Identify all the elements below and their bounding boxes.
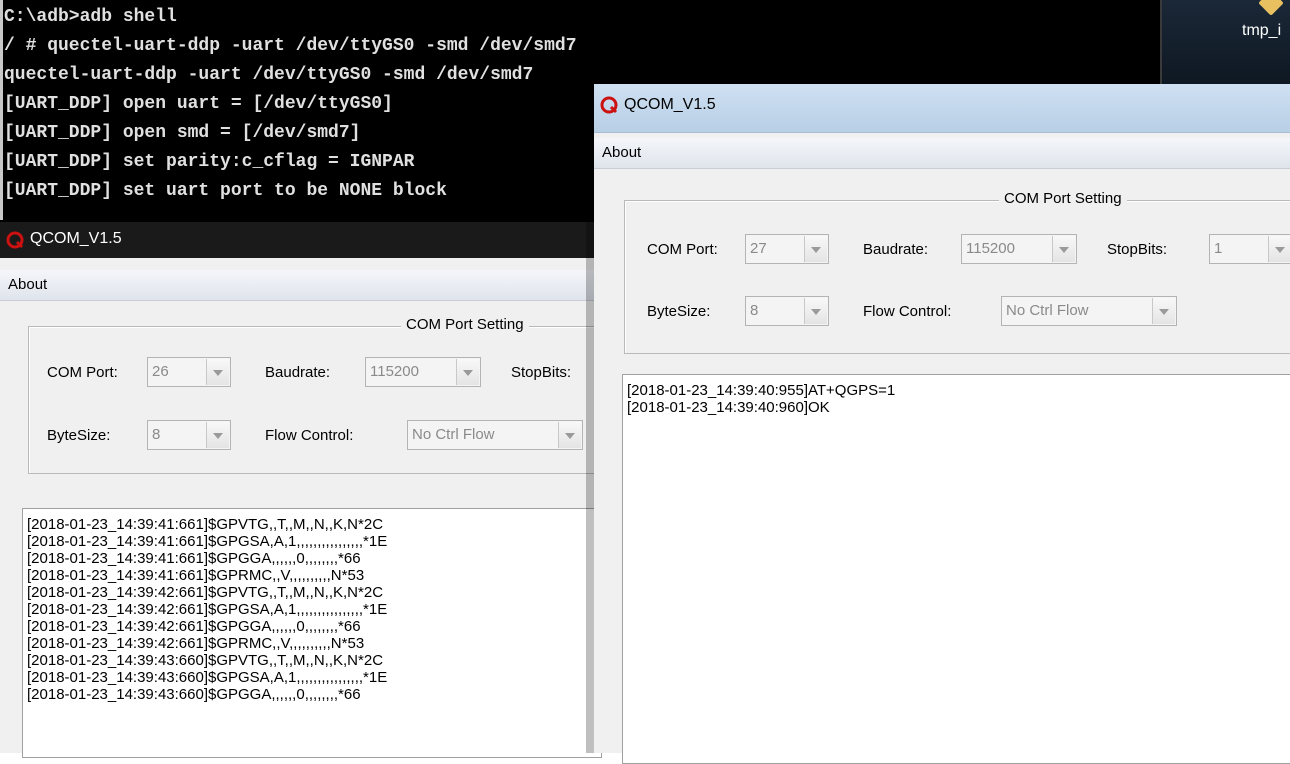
menu-bar: About bbox=[594, 138, 1290, 169]
bytesize-label: ByteSize: bbox=[647, 303, 711, 320]
combo-dropdown-button[interactable] bbox=[1052, 236, 1075, 262]
combo-dropdown-button[interactable] bbox=[1152, 298, 1175, 324]
chevron-down-icon bbox=[463, 370, 473, 376]
qcom-q-logo-icon bbox=[600, 96, 618, 114]
folder-icon[interactable] bbox=[1258, 0, 1284, 16]
com-port-select[interactable]: 27 bbox=[745, 234, 829, 264]
log-line: [2018-01-23_14:39:42:661]$GPGSA,A,1,,,,,… bbox=[27, 601, 388, 618]
stopbits-select[interactable]: 1 bbox=[1209, 234, 1290, 264]
log-line: [2018-01-23_14:39:40:955]AT+QGPS=1 bbox=[627, 382, 896, 399]
menu-about[interactable]: About bbox=[8, 276, 47, 293]
title-bar[interactable]: QCOM_V1.5 bbox=[594, 84, 1290, 133]
log-line: [2018-01-23_14:39:41:661]$GPGSA,A,1,,,,,… bbox=[27, 533, 388, 550]
log-line: [2018-01-23_14:39:43:660]$GPVTG,,T,,M,,N… bbox=[27, 652, 384, 669]
flow-control-label: Flow Control: bbox=[265, 427, 354, 444]
log-line: [2018-01-23_14:39:42:661]$GPGGA,,,,,,0,,… bbox=[27, 618, 361, 635]
log-line: [2018-01-23_14:39:40:960]OK bbox=[627, 399, 830, 416]
console-line: quectel-uart-ddp -uart /dev/ttyGS0 -smd … bbox=[4, 65, 534, 85]
combo-dropdown-button[interactable] bbox=[456, 359, 479, 385]
combo-dropdown-button[interactable] bbox=[558, 422, 581, 448]
chevron-down-icon bbox=[811, 309, 821, 315]
combo-dropdown-button[interactable] bbox=[804, 236, 827, 262]
title-bar[interactable]: QCOM_V1.5 bbox=[0, 222, 600, 258]
com-port-value: 26 bbox=[152, 363, 169, 380]
combo-dropdown-button[interactable] bbox=[804, 298, 827, 324]
console-line: [UART_DDP] set uart port to be NONE bloc… bbox=[4, 181, 447, 201]
flow-control-value: No Ctrl Flow bbox=[412, 426, 495, 443]
bytesize-select[interactable]: 8 bbox=[147, 420, 231, 450]
chevron-down-icon bbox=[565, 433, 575, 439]
window-shadow bbox=[586, 84, 594, 753]
qcom-window-left: QCOM_V1.5 About COM Port Setting COM Por… bbox=[0, 222, 610, 758]
receive-log-area[interactable]: [2018-01-23_14:39:40:955]AT+QGPS=1 [2018… bbox=[622, 374, 1290, 764]
baudrate-select[interactable]: 115200 bbox=[365, 357, 481, 387]
com-port-select[interactable]: 26 bbox=[147, 357, 231, 387]
com-port-value: 27 bbox=[750, 240, 767, 257]
window-title: QCOM_V1.5 bbox=[624, 96, 716, 113]
desktop-background: tmp_i bbox=[1160, 0, 1290, 92]
desktop-item-label[interactable]: tmp_i bbox=[1242, 22, 1281, 40]
log-line: [2018-01-23_14:39:42:661]$GPVTG,,T,,M,,N… bbox=[27, 584, 384, 601]
bytesize-label: ByteSize: bbox=[47, 427, 111, 444]
baudrate-label: Baudrate: bbox=[863, 241, 929, 258]
flow-control-select[interactable]: No Ctrl Flow bbox=[1001, 296, 1177, 326]
combo-dropdown-button[interactable] bbox=[206, 422, 229, 448]
log-line: [2018-01-23_14:39:41:661]$GPRMC,,V,,,,,,… bbox=[27, 567, 365, 584]
menu-about[interactable]: About bbox=[602, 144, 641, 161]
com-port-label: COM Port: bbox=[647, 241, 718, 258]
chevron-down-icon bbox=[1159, 309, 1169, 315]
console-line: C:\adb>adb shell bbox=[4, 7, 177, 27]
com-port-setting-group: COM Port Setting COM Port: 27 Baudrate: … bbox=[624, 190, 1290, 354]
log-line: [2018-01-23_14:39:42:661]$GPRMC,,V,,,,,,… bbox=[27, 635, 365, 652]
receive-log-area[interactable]: [2018-01-23_14:39:41:661]$GPVTG,,T,,M,,N… bbox=[22, 508, 602, 758]
chevron-down-icon bbox=[1059, 247, 1069, 253]
bytesize-value: 8 bbox=[152, 426, 161, 443]
baudrate-value: 115200 bbox=[370, 363, 419, 380]
window-title: QCOM_V1.5 bbox=[30, 230, 122, 247]
chevron-down-icon bbox=[811, 247, 821, 253]
flow-control-value: No Ctrl Flow bbox=[1006, 302, 1089, 319]
qcom-q-logo-icon bbox=[6, 231, 24, 249]
log-line: [2018-01-23_14:39:41:661]$GPGGA,,,,,,0,,… bbox=[27, 550, 361, 567]
group-title: COM Port Setting bbox=[401, 316, 529, 333]
combo-dropdown-button[interactable] bbox=[1268, 236, 1290, 262]
stopbits-value: 1 bbox=[1214, 240, 1223, 257]
baudrate-value: 115200 bbox=[966, 240, 1015, 257]
console-line: [UART_DDP] open smd = [/dev/smd7] bbox=[4, 123, 361, 143]
console-line: [UART_DDP] open uart = [/dev/ttyGS0] bbox=[4, 94, 393, 114]
bytesize-value: 8 bbox=[750, 302, 759, 319]
combo-dropdown-button[interactable] bbox=[206, 359, 229, 385]
log-line: [2018-01-23_14:39:41:661]$GPVTG,,T,,M,,N… bbox=[27, 516, 384, 533]
qcom-window-right: QCOM_V1.5 About COM Port Setting COM Por… bbox=[594, 84, 1290, 764]
com-port-label: COM Port: bbox=[47, 364, 118, 381]
console-caret bbox=[0, 0, 3, 220]
bytesize-select[interactable]: 8 bbox=[745, 296, 829, 326]
chevron-down-icon bbox=[213, 370, 223, 376]
log-line: [2018-01-23_14:39:43:660]$GPGGA,,,,,,0,,… bbox=[27, 686, 361, 703]
log-line: [2018-01-23_14:39:43:660]$GPGSA,A,1,,,,,… bbox=[27, 669, 388, 686]
com-port-setting-group: COM Port Setting COM Port: 26 Baudrate: … bbox=[28, 316, 610, 474]
menu-bar: About bbox=[0, 270, 600, 301]
console-line: / # quectel-uart-ddp -uart /dev/ttyGS0 -… bbox=[4, 36, 577, 56]
chevron-down-icon bbox=[1275, 247, 1285, 253]
flow-control-label: Flow Control: bbox=[863, 303, 952, 320]
baudrate-select[interactable]: 115200 bbox=[961, 234, 1077, 264]
flow-control-select[interactable]: No Ctrl Flow bbox=[407, 420, 583, 450]
stopbits-label: StopBits: bbox=[511, 364, 572, 381]
chevron-down-icon bbox=[213, 433, 223, 439]
group-title: COM Port Setting bbox=[999, 190, 1127, 207]
baudrate-label: Baudrate: bbox=[265, 364, 331, 381]
stopbits-label: StopBits: bbox=[1107, 241, 1168, 258]
console-line: [UART_DDP] set parity:c_cflag = IGNPAR bbox=[4, 152, 415, 172]
